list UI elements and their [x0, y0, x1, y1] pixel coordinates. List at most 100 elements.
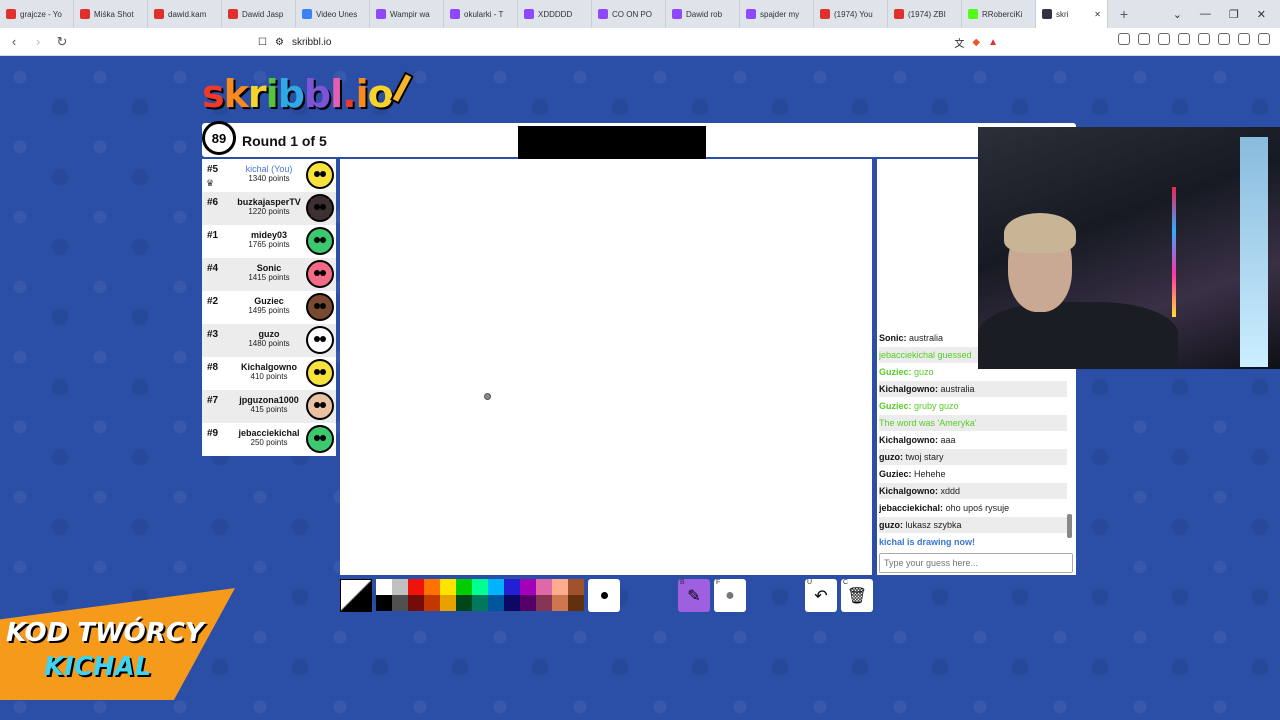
browser-tab[interactable]: Wampir wa [370, 0, 444, 28]
translate-icon[interactable]: 文 [954, 35, 964, 50]
player-points: 250 points [250, 438, 288, 447]
guess-input[interactable] [879, 553, 1073, 573]
back-icon[interactable]: ‹ [4, 34, 24, 49]
player-points: 1495 points [248, 306, 290, 315]
palette-color[interactable] [472, 595, 488, 611]
browser-tab[interactable]: Video Unes [296, 0, 370, 28]
extension-icon[interactable] [1118, 33, 1130, 45]
palette-color[interactable] [440, 595, 456, 611]
palette-color[interactable] [456, 595, 472, 611]
browser-tab[interactable]: spajder my [740, 0, 814, 28]
reload-icon[interactable]: ↻ [52, 34, 72, 50]
browser-tab[interactable]: RRoberciKi [962, 0, 1036, 28]
player-name: Kichalgowno [241, 362, 297, 372]
palette-color[interactable] [504, 595, 520, 611]
palette-color[interactable] [536, 595, 552, 611]
palette-color[interactable] [392, 595, 408, 611]
bookmark-icon[interactable]: ☐ [258, 37, 267, 48]
palette-color[interactable] [536, 579, 552, 595]
browser-tab[interactable]: skri ✕ [1036, 0, 1108, 28]
browser-tab[interactable]: okularki - T [444, 0, 518, 28]
logo-letter: b [277, 72, 305, 116]
browser-tab[interactable]: (1974) You [814, 0, 888, 28]
chat-text: guzo [914, 367, 934, 377]
player-row[interactable]: #5 ♛ kichal (You) 1340 points [202, 159, 336, 192]
browser-tab[interactable]: (1974) ZBI [888, 0, 962, 28]
wallet-icon[interactable] [1198, 33, 1210, 45]
clear-button[interactable]: C 🗑 [841, 579, 873, 612]
chat-scrollbar[interactable] [1067, 514, 1072, 538]
palette-color[interactable] [376, 595, 392, 611]
palette-color[interactable] [504, 579, 520, 595]
palette-color[interactable] [456, 579, 472, 595]
twitch-icon [746, 9, 756, 19]
vpn-icon[interactable] [1238, 33, 1250, 45]
browser-tab[interactable]: grajcze - Yo [0, 0, 74, 28]
chat-text: oho upoś rysuje [945, 503, 1010, 513]
current-color-button[interactable] [340, 579, 372, 612]
player-row[interactable]: #6 buzkajasperTV 1220 points [202, 192, 336, 225]
undo-button[interactable]: U ↶ [805, 579, 837, 612]
player-row[interactable]: #2 Guziec 1495 points [202, 291, 336, 324]
brave-rewards-icon[interactable]: ▲ [988, 37, 998, 48]
palette-color[interactable] [392, 579, 408, 595]
browser-tab[interactable]: Miśka Shot [74, 0, 148, 28]
player-row[interactable]: #8 Kichalgowno 410 points [202, 357, 336, 390]
player-row[interactable]: #9 jebacciekichal 250 points [202, 423, 336, 456]
palette-color[interactable] [376, 579, 392, 595]
player-row[interactable]: #3 guzo 1480 points [202, 324, 336, 357]
close-window-icon[interactable]: ✕ [1257, 8, 1266, 21]
palette-color[interactable] [408, 579, 424, 595]
tab-label: CO ON PO [612, 9, 653, 19]
address-bar[interactable]: ☐ ⚙ skribbl.io 文 ◆ ▲ [258, 31, 998, 53]
fill-tool-button[interactable]: F ● [714, 579, 746, 612]
palette-color[interactable] [424, 595, 440, 611]
brush-tool-button[interactable]: B ✎ [678, 579, 710, 612]
new-tab-icon[interactable]: + [1114, 6, 1134, 22]
chat-user: Guziec: [879, 367, 912, 377]
browser-tab[interactable]: Dawid rob [666, 0, 740, 28]
brave-shield-icon[interactable]: ◆ [972, 37, 980, 48]
site-info-icon[interactable]: ⚙ [275, 37, 284, 48]
brush-size-button[interactable] [588, 579, 620, 612]
chat-user: Kichalgowno: [879, 384, 938, 394]
forward-icon[interactable]: › [28, 34, 48, 49]
palette-color[interactable] [568, 579, 584, 595]
palette-color[interactable] [440, 579, 456, 595]
palette-color[interactable] [408, 595, 424, 611]
player-row[interactable]: #7 jpguzona1000 415 points [202, 390, 336, 423]
palette-color[interactable] [568, 595, 584, 611]
palette-color[interactable] [488, 579, 504, 595]
brush-key-label: B [680, 579, 685, 586]
palette-color[interactable] [472, 579, 488, 595]
palette-color[interactable] [552, 595, 568, 611]
browser-tab[interactable]: dawid.kam [148, 0, 222, 28]
browser-tab[interactable]: CO ON PO [592, 0, 666, 28]
chat-text: aaa [940, 435, 956, 445]
menu-icon[interactable] [1258, 33, 1270, 45]
sidebar-icon[interactable] [1178, 33, 1190, 45]
logo-letter: i [265, 72, 279, 116]
maximize-icon[interactable]: ❐ [1229, 8, 1239, 21]
undo-key-label: U [807, 579, 813, 586]
palette-color[interactable] [488, 595, 504, 611]
player-name: midey03 [250, 230, 288, 240]
drawing-canvas[interactable] [340, 159, 872, 575]
player-row[interactable]: #4 Sonic 1415 points [202, 258, 336, 291]
tab-list-chevron-icon[interactable]: ⌄ [1173, 8, 1182, 21]
palette-color[interactable] [520, 595, 536, 611]
palette-color[interactable] [552, 579, 568, 595]
browser-tab[interactable]: XDDDDD [518, 0, 592, 28]
player-row[interactable]: #1 midey03 1765 points [202, 225, 336, 258]
palette-color[interactable] [424, 579, 440, 595]
browser-tab[interactable]: Dawid Jasp [222, 0, 296, 28]
leo-icon[interactable] [1218, 33, 1230, 45]
palette-color[interactable] [520, 579, 536, 595]
player-rank: #2 [207, 296, 219, 307]
close-tab-icon[interactable]: ✕ [1094, 10, 1101, 19]
puzzle-icon[interactable] [1138, 33, 1150, 45]
youtube-icon [80, 9, 90, 19]
minimize-icon[interactable]: — [1200, 8, 1211, 20]
music-icon[interactable] [1158, 33, 1170, 45]
browser-tab-bar: grajcze - Yo Miśka Shot dawid.kam Dawid Jas… [0, 0, 1280, 28]
